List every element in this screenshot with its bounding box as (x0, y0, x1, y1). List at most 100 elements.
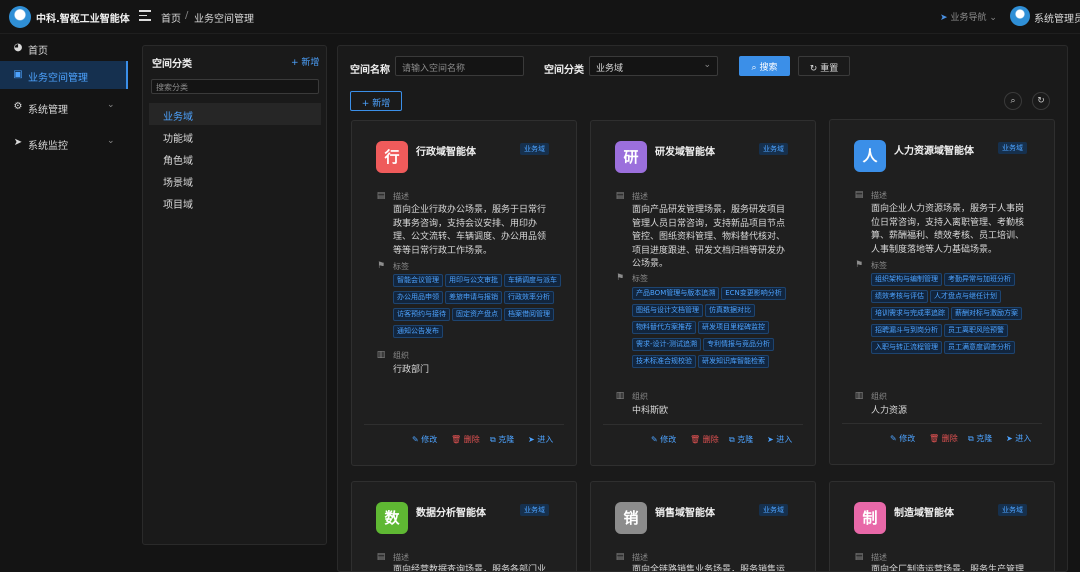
category-panel: 空间分类 + 新增 搜索分类 业务域 功能域 角色域 场景域 项目域 (142, 45, 327, 545)
card-description: 面向经营数据查询场景，服务各部门业 (393, 565, 547, 572)
search-button[interactable]: ⌕ 搜索 (739, 56, 790, 76)
main-panel: 空间名称 请输入空间名称 空间分类 业务域 ⌄ ⌕ 搜索 ↻ 重置 + 新增 ⌕ … (337, 45, 1068, 572)
tag: 访客预约与接待 (393, 308, 450, 321)
card-description: 面向企业人力资源场景，服务于人事岗位日常咨询，支持入离职管理、考勤核算、薪酬福利… (871, 204, 1025, 255)
card-divider (364, 424, 564, 425)
document-icon: ▤ (854, 190, 864, 200)
desc-label: 描述 (871, 553, 887, 562)
bookmark-icon: ⚑ (854, 260, 864, 270)
breadcrumb-home[interactable]: 首页 (161, 10, 181, 25)
add-space-button[interactable]: + 新增 (350, 91, 402, 111)
space-category-select[interactable]: 业务域 ⌄ (589, 56, 718, 76)
card-org: 人力资源 (871, 406, 908, 416)
tag: 办公用品申领 (393, 291, 443, 304)
category-item[interactable]: 角色域 (149, 147, 321, 169)
tag: 通知公告发布 (393, 325, 443, 338)
tag: 行政效率分析 (504, 291, 554, 304)
admin-name[interactable]: 系统管理员 (1034, 10, 1080, 25)
agent-card: 销 销售域智能体 业务域 ▤ 描述 面向全链路销售业务场景，服务销售运 (590, 481, 816, 571)
clone-button[interactable]: ⧉ 克隆 (490, 434, 514, 445)
tag: 考勤异常与加班分析 (944, 273, 1015, 286)
sidebar-item-system-management[interactable]: ⚙ 系统管理 ⌄ (0, 93, 128, 121)
dashboard-icon: ◕ (13, 42, 23, 53)
tag: 员工满意度调查分析 (944, 341, 1015, 354)
tag: 需求-设计-测试追溯 (632, 338, 702, 351)
tag: 技术标准合规校验 (632, 355, 696, 368)
menu-toggle-icon[interactable] (139, 10, 151, 22)
edit-button[interactable]: ✎ 修改 (651, 434, 676, 445)
category-item[interactable]: 功能域 (149, 125, 321, 147)
card-badge: 业务域 (759, 504, 788, 516)
desc-label: 描述 (871, 191, 887, 200)
tag-list: 智能会议管理 用印与公文审批 车辆调度与派车办公用品申领 差旅申请与报销 行政效率分析访… (393, 272, 569, 340)
card-description: 面向产品研发管理场景，服务研发项目管理人员日常咨询，支持新品项目节点管控、图纸资… (632, 205, 786, 269)
refresh-icon: ↻ (809, 64, 818, 74)
delete-button[interactable]: 🗑 删除 (451, 434, 480, 445)
tags-label: 标签 (871, 261, 887, 270)
tag: 研发知识库智能检索 (698, 355, 769, 368)
breadcrumb-separator: / (185, 10, 189, 21)
tag: 固定资产盘点 (452, 308, 502, 321)
sidebar-item-home[interactable]: ◕ 首页 (0, 34, 128, 62)
bookmark-icon: ⚑ (376, 261, 386, 271)
desc-label: 描述 (632, 553, 648, 562)
gear-icon: ⚙ (13, 101, 23, 112)
delete-button[interactable]: 🗑 删除 (690, 434, 719, 445)
category-search-input[interactable]: 搜索分类 (151, 79, 319, 94)
enter-button[interactable]: ➤ 进入 (767, 434, 792, 445)
card-title: 人力资源域智能体 (894, 146, 974, 157)
card-badge: 业务域 (520, 504, 549, 516)
sidebar-item-system-monitor[interactable]: ➤ 系统监控 ⌄ (0, 129, 128, 157)
delete-button[interactable]: 🗑 删除 (929, 433, 958, 444)
document-icon: ▤ (854, 552, 864, 562)
tag: 用印与公文审批 (445, 274, 502, 287)
tag: 智能会议管理 (393, 274, 443, 287)
tag: 仿真数据对比 (705, 304, 755, 317)
category-item[interactable]: 场景域 (149, 169, 321, 191)
card-title: 数据分析智能体 (416, 508, 486, 519)
tag: 差旅申请与报销 (445, 291, 502, 304)
document-icon: ▤ (615, 191, 625, 201)
card-divider (842, 423, 1042, 424)
tag: 组织架构与编制管理 (871, 273, 942, 286)
app-title: 中科.智枢工业智能体 (36, 14, 130, 25)
user-avatar[interactable] (1010, 6, 1030, 26)
tag: ECN变更影响分析 (721, 287, 786, 300)
edit-button[interactable]: ✎ 修改 (412, 434, 437, 445)
app-logo-icon (9, 6, 31, 28)
search-icon[interactable]: ⌕ (1004, 92, 1022, 110)
chevron-down-icon: ⌄ (107, 100, 115, 110)
breadcrumb-current: 业务空间管理 (194, 14, 254, 25)
tag-list: 产品BOM管理与版本追溯 ECN变更影响分析图纸与设计文档管理 仿真数据对比物料替代… (632, 285, 808, 370)
document-icon: ▤ (615, 552, 625, 562)
card-avatar: 销 (615, 502, 647, 534)
desc-label: 描述 (393, 192, 409, 201)
org-label: 组织 (393, 351, 409, 360)
card-title: 销售域智能体 (655, 508, 715, 519)
tags-label: 标签 (393, 262, 409, 271)
card-description: 面向全厂制造运营场景，服务生产管理 (871, 565, 1025, 572)
clone-button[interactable]: ⧉ 克隆 (968, 433, 992, 444)
card-avatar: 研 (615, 141, 647, 173)
category-item[interactable]: 项目域 (149, 191, 321, 213)
space-name-input[interactable]: 请输入空间名称 (395, 56, 524, 76)
enter-button[interactable]: ➤ 进入 (1006, 433, 1031, 444)
org-label: 组织 (871, 392, 887, 401)
enter-button[interactable]: ➤ 进入 (528, 434, 553, 445)
card-description: 面向企业行政办公场景，服务于日常行政事务咨询，支持会议安排、用印办理、公文流转、… (393, 205, 547, 256)
category-add-button[interactable]: + 新增 (291, 55, 319, 68)
document-icon: ▤ (376, 552, 386, 562)
agent-card: 制 制造域智能体 业务域 ▤ 描述 面向全厂制造运营场景，服务生产管理 (829, 481, 1055, 572)
category-item[interactable]: 业务域 (149, 103, 321, 125)
top-bar: 中科.智枢工业智能体 首页 / 业务空间管理 ➤ 业务导航 ⌄ 系统管理员 (0, 0, 1080, 34)
reset-button[interactable]: ↻ 重置 (798, 56, 850, 76)
clone-button[interactable]: ⧉ 克隆 (729, 434, 753, 445)
card-badge: 业务域 (998, 142, 1027, 154)
org-icon: ▥ (376, 350, 386, 360)
bookmark-icon: ⚑ (615, 273, 625, 283)
sidebar-item-space-management[interactable]: ▣ 业务空间管理 (0, 61, 128, 89)
tag: 车辆调度与派车 (504, 274, 561, 287)
biz-nav-dropdown[interactable]: ➤ 业务导航 ⌄ (940, 10, 997, 23)
edit-button[interactable]: ✎ 修改 (890, 433, 915, 444)
refresh-icon[interactable]: ↻ (1032, 92, 1050, 110)
